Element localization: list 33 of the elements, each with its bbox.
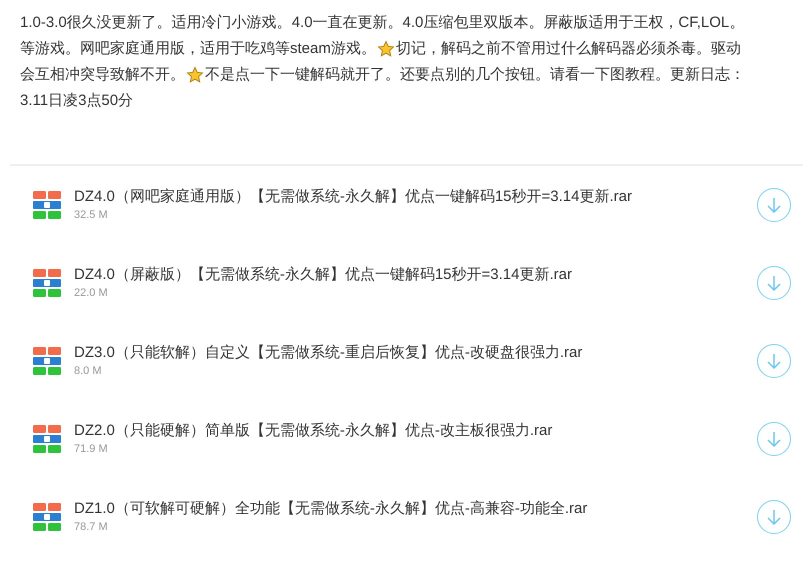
file-size: 71.9 M [74, 442, 109, 457]
file-size: 78.7 M [74, 520, 109, 535]
download-icon [767, 353, 781, 369]
star-icon [186, 66, 204, 84]
download-button[interactable] [757, 500, 791, 534]
description-text: 3.11日凌3点50分 [20, 91, 134, 111]
archive-icon [32, 346, 62, 376]
description-text: 切记，解码之前不管用过什么解码器必须杀毒。驱动 [396, 39, 741, 59]
file-name[interactable]: DZ3.0（只能软解）自定义【无需做系统-重启后恢复】优点-改硬盘很强力.rar [74, 343, 757, 363]
download-button[interactable] [757, 188, 791, 222]
description-text: 不是点一下一键解码就开了。还要点别的几个按钮。请看一下图教程。更新日志： [205, 65, 745, 85]
download-icon [767, 197, 781, 213]
star-icon [376, 40, 395, 58]
download-button[interactable] [757, 344, 791, 378]
download-button[interactable] [757, 266, 791, 300]
description-text: 1.0-3.0很久没更新了。适用冷门小游戏。4.0一直在更新。4.0压缩包里双版本。屏蔽版适用于王权，CF,LOL。 [20, 13, 744, 33]
description-text: 等游戏。网吧家庭通用版，适用于吃鸡等steam游戏。 [20, 39, 376, 59]
download-button[interactable] [757, 422, 791, 456]
description-text: 会互相冲突导致解不开。 [20, 65, 185, 85]
download-icon [767, 509, 781, 525]
file-name[interactable]: DZ2.0（只能硬解）简单版【无需做系统-永久解】优点-改主板很强力.rar [74, 421, 757, 441]
file-size: 8.0 M [74, 364, 103, 379]
file-size: 22.0 M [74, 286, 109, 301]
archive-icon [32, 190, 62, 220]
download-icon [767, 275, 781, 291]
archive-icon [32, 424, 62, 454]
file-name[interactable]: DZ1.0（可软解可硬解）全功能【无需做系统-永久解】优点-高兼容-功能全.rar [74, 499, 757, 519]
file-name[interactable]: DZ4.0（屏蔽版）【无需做系统-永久解】优点一键解码15秒开=3.14更新.rar [74, 265, 757, 285]
download-icon [767, 431, 781, 447]
archive-icon [32, 268, 62, 298]
file-size: 32.5 M [74, 208, 109, 223]
archive-icon [32, 502, 62, 532]
file-name[interactable]: DZ4.0（网吧家庭通用版）【无需做系统-永久解】优点一键解码15秒开=3.14更新.rar [74, 187, 757, 207]
